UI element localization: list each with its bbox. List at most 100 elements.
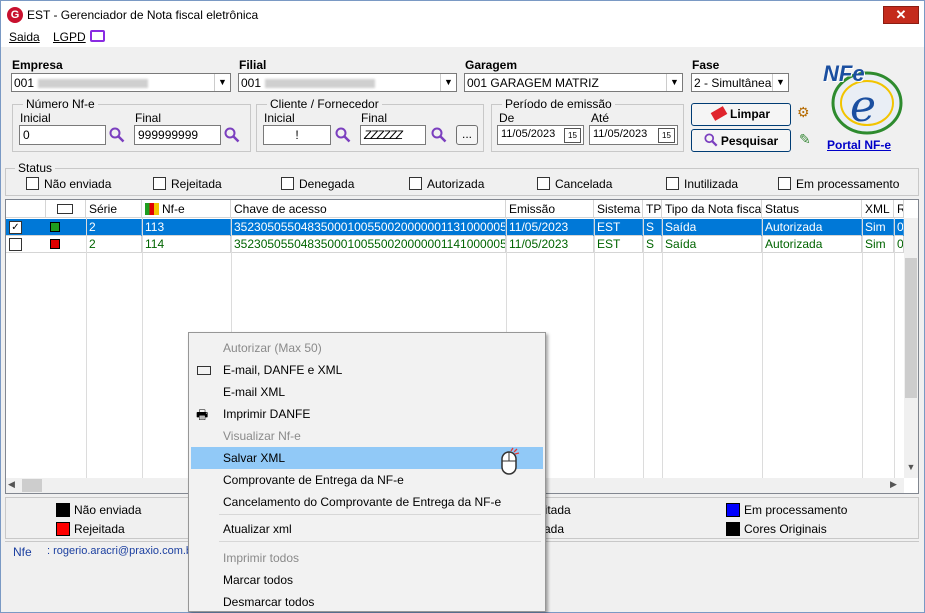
- portal-nfe-link[interactable]: Portal NF-e: [827, 138, 891, 152]
- fase-select[interactable]: 2 - Simultânea ▼: [691, 73, 789, 92]
- monitor-icon[interactable]: [90, 30, 105, 42]
- limpar-button[interactable]: Limpar: [691, 103, 791, 126]
- context-menu-item: Autorizar (Max 50): [191, 337, 543, 359]
- search-icon[interactable]: [224, 127, 240, 143]
- grid-header-status[interactable]: Status: [762, 200, 862, 218]
- cli-inicial-input[interactable]: !: [263, 125, 331, 145]
- grid-header-sistema[interactable]: Sistema: [594, 200, 643, 218]
- grid-header-xml[interactable]: XML: [862, 200, 894, 218]
- context-menu-label: Salvar XML: [223, 451, 286, 465]
- grid-header-tipo[interactable]: Tipo da Nota fiscal: [662, 200, 762, 218]
- vertical-scrollbar[interactable]: ▼: [904, 218, 918, 478]
- cell-serie: 2: [86, 219, 142, 236]
- context-menu-item[interactable]: E-mail, DANFE e XML: [191, 359, 543, 381]
- cell-emissao: 11/05/2023: [506, 236, 594, 253]
- periodo-group-title: Período de emissão: [502, 97, 615, 111]
- cell-xml: Sim: [862, 236, 894, 253]
- menu-bar: Saida LGPD: [1, 29, 924, 47]
- empresa-select[interactable]: 001 ▼: [11, 73, 231, 92]
- de-label: De: [499, 111, 515, 125]
- grid-header-nfe[interactable]: Nf-e: [142, 200, 231, 218]
- cell-serie: 2: [86, 236, 142, 253]
- row-checkbox[interactable]: ✓: [9, 221, 22, 234]
- grid-header-re[interactable]: Re: [894, 200, 904, 218]
- status-label: Rejeitada: [171, 177, 222, 191]
- chevron-down-icon: ▼: [666, 74, 682, 91]
- status-label: Cancelada: [555, 177, 613, 191]
- cell-re: 00: [894, 219, 904, 236]
- status-label: Inutilizada: [684, 177, 739, 191]
- context-menu-item[interactable]: Salvar XML: [191, 447, 543, 469]
- context-menu-item[interactable]: E-mail XML: [191, 381, 543, 403]
- status-checkbox[interactable]: [153, 177, 166, 190]
- grid-header-emissao[interactable]: Emissão: [506, 200, 594, 218]
- search-icon[interactable]: [335, 127, 351, 143]
- inicial-input[interactable]: 0: [19, 125, 106, 145]
- window-title: EST - Gerenciador de Nota fiscal eletrôn…: [27, 8, 259, 22]
- context-menu-item[interactable]: Atualizar xml: [191, 518, 543, 540]
- context-menu-item: Imprimir todos: [191, 547, 543, 569]
- h-scrollbar-thumb[interactable]: [22, 479, 42, 492]
- nfe-logo: e NFe: [819, 59, 905, 139]
- search-icon[interactable]: [431, 127, 447, 143]
- status-checkbox[interactable]: [26, 177, 39, 190]
- cell-nfe: 114: [142, 236, 231, 253]
- cli-final-input[interactable]: ZZZZZZ: [360, 125, 426, 145]
- table-row[interactable]: 2 114 352305055048350001005500200000011410…: [6, 236, 904, 253]
- scroll-down-icon[interactable]: ▼: [905, 462, 917, 476]
- statusbar-label: Nfe: [13, 545, 32, 559]
- cli-final-label: Final: [361, 111, 388, 125]
- filial-select[interactable]: 001 ▼: [238, 73, 457, 92]
- pesquisar-button[interactable]: Pesquisar: [691, 129, 791, 152]
- legend-label: Em processamento: [744, 503, 848, 517]
- grid-header-check: [6, 200, 46, 218]
- scroll-left-icon[interactable]: ◀: [8, 479, 20, 491]
- menu-saida[interactable]: Saida: [9, 30, 40, 44]
- garagem-select[interactable]: 001 GARAGEM MATRIZ ▼: [464, 73, 683, 92]
- gears-icon[interactable]: ⚙: [797, 104, 815, 122]
- search-icon[interactable]: [109, 127, 125, 143]
- row-checkbox[interactable]: [9, 238, 22, 251]
- status-label: Denegada: [299, 177, 355, 191]
- grid-header-tp[interactable]: TP: [643, 200, 662, 218]
- garagem-label: Garagem: [465, 58, 518, 72]
- chevron-down-icon: ▼: [772, 74, 788, 91]
- status-checkbox[interactable]: [666, 177, 679, 190]
- close-button[interactable]: ✕: [883, 6, 919, 24]
- ate-label: Até: [591, 111, 610, 125]
- calendar-icon[interactable]: 15: [564, 128, 581, 143]
- status-color-indicator: [50, 239, 60, 249]
- status-color-indicator: [50, 222, 60, 232]
- calendar-icon[interactable]: 15: [658, 128, 675, 143]
- cliente-group-title: Cliente / Fornecedor: [267, 97, 382, 111]
- ellipsis-button[interactable]: ...: [456, 125, 478, 145]
- menu-lgpd[interactable]: LGPD: [53, 30, 86, 44]
- status-bars-icon: [145, 203, 159, 215]
- final-label: Final: [135, 111, 162, 125]
- envelope-icon: [57, 204, 73, 214]
- context-menu-label: Imprimir todos: [223, 551, 300, 565]
- final-input[interactable]: 999999999: [134, 125, 221, 145]
- status-label: Em processamento: [796, 177, 900, 191]
- context-menu-item[interactable]: Comprovante de Entrega da NF-e: [191, 469, 543, 491]
- status-checkbox[interactable]: [281, 177, 294, 190]
- status-checkbox[interactable]: [778, 177, 791, 190]
- legend-swatch: [56, 522, 70, 536]
- status-checkbox[interactable]: [537, 177, 550, 190]
- mouse-cursor-icon: [501, 447, 520, 475]
- table-row[interactable]: ✓ 2 113 35230505504835000100550020000001131…: [6, 219, 904, 236]
- filial-label: Filial: [239, 58, 267, 72]
- cell-tp: S: [643, 219, 662, 236]
- tools-icon[interactable]: ✎: [799, 131, 815, 149]
- status-checkbox[interactable]: [409, 177, 422, 190]
- context-menu-item[interactable]: Cancelamento do Comprovante de Entrega d…: [191, 491, 543, 513]
- context-menu-item[interactable]: 🖶 Imprimir DANFE: [191, 403, 543, 425]
- grid-header-serie[interactable]: Série: [86, 200, 142, 218]
- context-menu-item[interactable]: Marcar todos: [191, 569, 543, 591]
- scrollbar-thumb[interactable]: [905, 258, 917, 398]
- grid-header-chave[interactable]: Chave de acesso: [231, 200, 506, 218]
- scroll-right-icon[interactable]: ▶: [890, 479, 902, 491]
- context-menu-item[interactable]: Desmarcar todos: [191, 591, 543, 613]
- grid-header-icon: [46, 200, 86, 218]
- legend-label: Não enviada: [74, 503, 142, 517]
